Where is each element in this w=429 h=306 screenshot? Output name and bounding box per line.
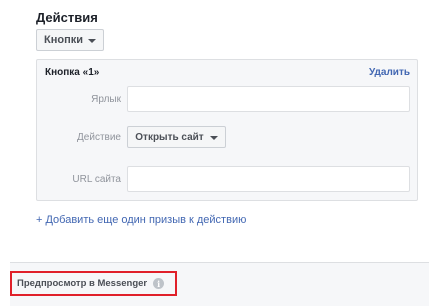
add-cta-link[interactable]: + Добавить еще один призыв к действию: [36, 214, 246, 226]
preview-header: Предпросмотр в Messenger i: [10, 271, 177, 296]
section-title: Действия: [36, 10, 98, 25]
button-panel-title: Кнопка «1»: [45, 67, 100, 78]
action-select[interactable]: Открыть сайт: [127, 126, 226, 148]
info-icon[interactable]: i: [153, 278, 165, 289]
url-field-label: URL сайта: [72, 174, 121, 185]
button-panel: Кнопка «1» Удалить Ярлык Действие Открыт…: [36, 59, 418, 201]
chevron-down-icon: [88, 38, 96, 43]
chevron-down-icon: [209, 135, 218, 140]
buttons-dropdown[interactable]: Кнопки: [36, 29, 104, 51]
label-field-label: Ярлык: [91, 94, 121, 105]
action-select-value: Открыть сайт: [135, 131, 204, 143]
label-input[interactable]: [127, 86, 410, 112]
remove-button-link[interactable]: Удалить: [369, 67, 410, 78]
buttons-dropdown-label: Кнопки: [44, 34, 83, 46]
preview-label: Предпросмотр в Messenger: [17, 278, 148, 289]
url-input[interactable]: [127, 166, 410, 192]
action-field-label: Действие: [77, 132, 121, 143]
